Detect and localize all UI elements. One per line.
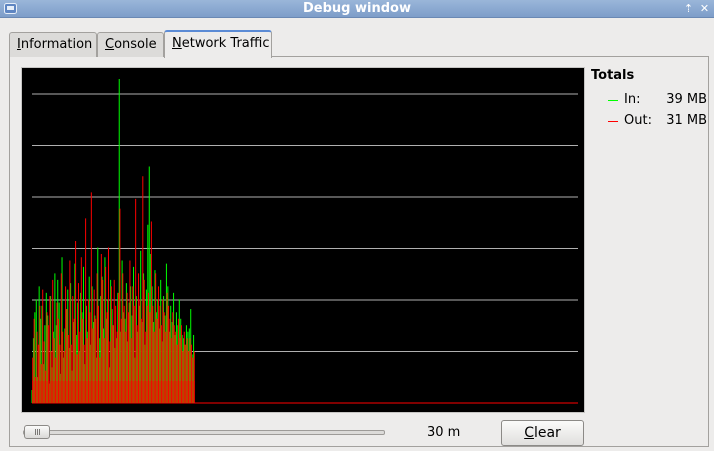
- tab-information-label: nformation: [20, 37, 93, 52]
- traffic-graph: [21, 67, 585, 413]
- tab-network-traffic[interactable]: Network Traffic: [164, 30, 272, 58]
- in-label: In:: [624, 92, 641, 107]
- out-value: 31 MB: [666, 113, 707, 128]
- slider-groove[interactable]: [23, 430, 385, 435]
- tab-network-traffic-mnemonic: N: [172, 36, 182, 51]
- clear-button-label: lear: [533, 425, 561, 441]
- clear-button-mnemonic: C: [524, 425, 534, 441]
- grip-line-icon: [37, 429, 38, 435]
- window-titlebar[interactable]: Debug window ⇡ ✕: [0, 0, 714, 18]
- tab-information[interactable]: Information: [9, 32, 97, 57]
- in-value: 39 MB: [666, 92, 707, 107]
- totals-panel: Totals In: 39 MB Out: 31 MB: [591, 68, 711, 128]
- tab-console-label: onsole: [114, 37, 157, 52]
- grip-line-icon: [35, 429, 36, 435]
- close-icon[interactable]: ✕: [698, 2, 711, 15]
- tab-network-traffic-label: etwork Traffic: [181, 36, 270, 51]
- out-legend-swatch: [608, 121, 618, 122]
- time-range-slider[interactable]: [23, 425, 385, 439]
- traffic-floor-band: [32, 381, 196, 403]
- grip-line-icon: [39, 429, 40, 435]
- totals-out-row: Out: 31 MB: [608, 113, 711, 129]
- clear-button[interactable]: Clear: [501, 420, 584, 446]
- out-label: Out:: [624, 113, 652, 128]
- totals-in-row: In: 39 MB: [608, 92, 711, 108]
- traffic-graph-canvas: [31, 79, 578, 404]
- time-range-label: 30 m: [427, 425, 461, 440]
- tab-console-mnemonic: C: [105, 37, 115, 52]
- in-legend-swatch: [608, 100, 618, 101]
- window-title: Debug window: [303, 1, 411, 16]
- totals-heading: Totals: [591, 68, 635, 83]
- keep-above-icon[interactable]: ⇡: [682, 2, 695, 15]
- slider-handle[interactable]: [24, 425, 50, 439]
- tab-console[interactable]: Console: [97, 32, 164, 57]
